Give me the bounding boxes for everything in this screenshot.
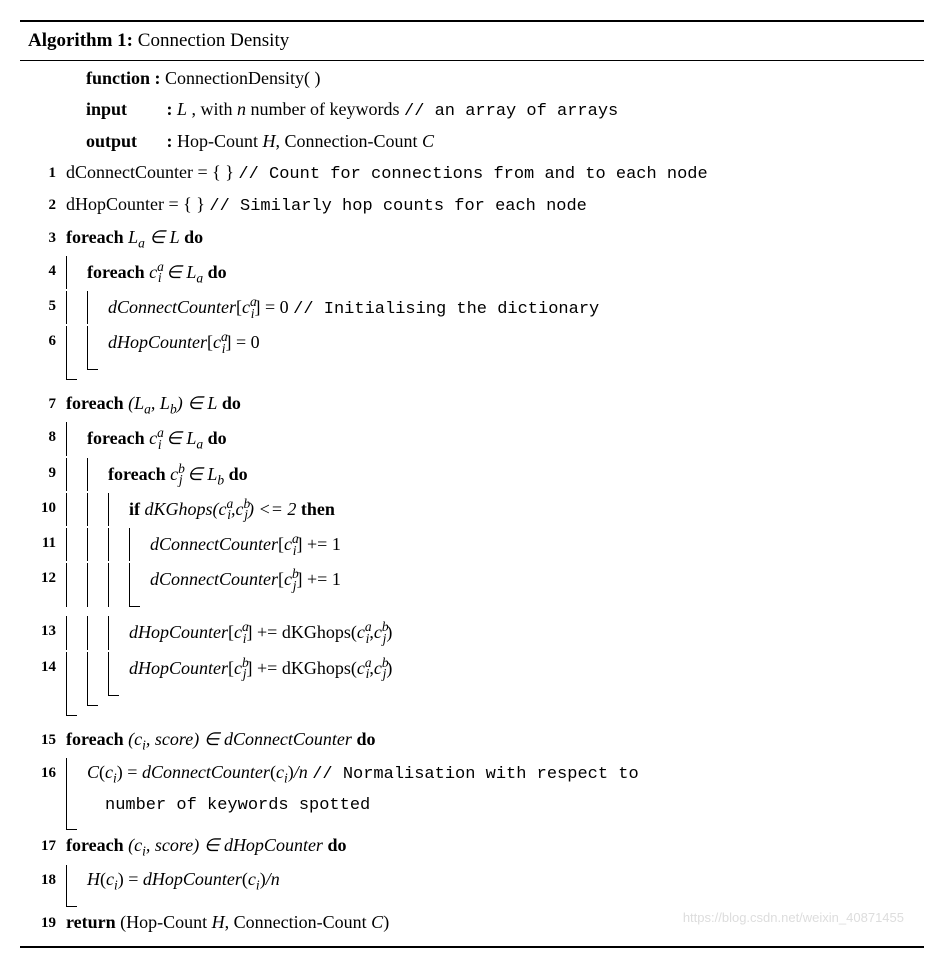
algorithm-box: Algorithm 1: Connection Density function… [20, 20, 924, 948]
algo-title: Connection Density [138, 30, 289, 51]
algorithm-content: function : ConnectionDensity( ) input : … [20, 61, 924, 945]
input-keyword: input [86, 95, 162, 124]
function-keyword: function : [86, 68, 161, 88]
input-comment: // an array of arrays [404, 102, 618, 121]
algorithm-header: Algorithm 1: Connection Density [20, 22, 924, 60]
output-keyword: output [86, 127, 162, 156]
comment: // Count for connections from and to eac… [238, 165, 707, 184]
function-name: ConnectionDensity( ) [165, 68, 320, 88]
comment: // Initialising the dictionary [293, 300, 599, 319]
comment: // Similarly hop counts for each node [209, 197, 586, 216]
algo-label: Algorithm 1: [28, 30, 133, 51]
comment: // Normalisation with respect to [312, 765, 638, 784]
